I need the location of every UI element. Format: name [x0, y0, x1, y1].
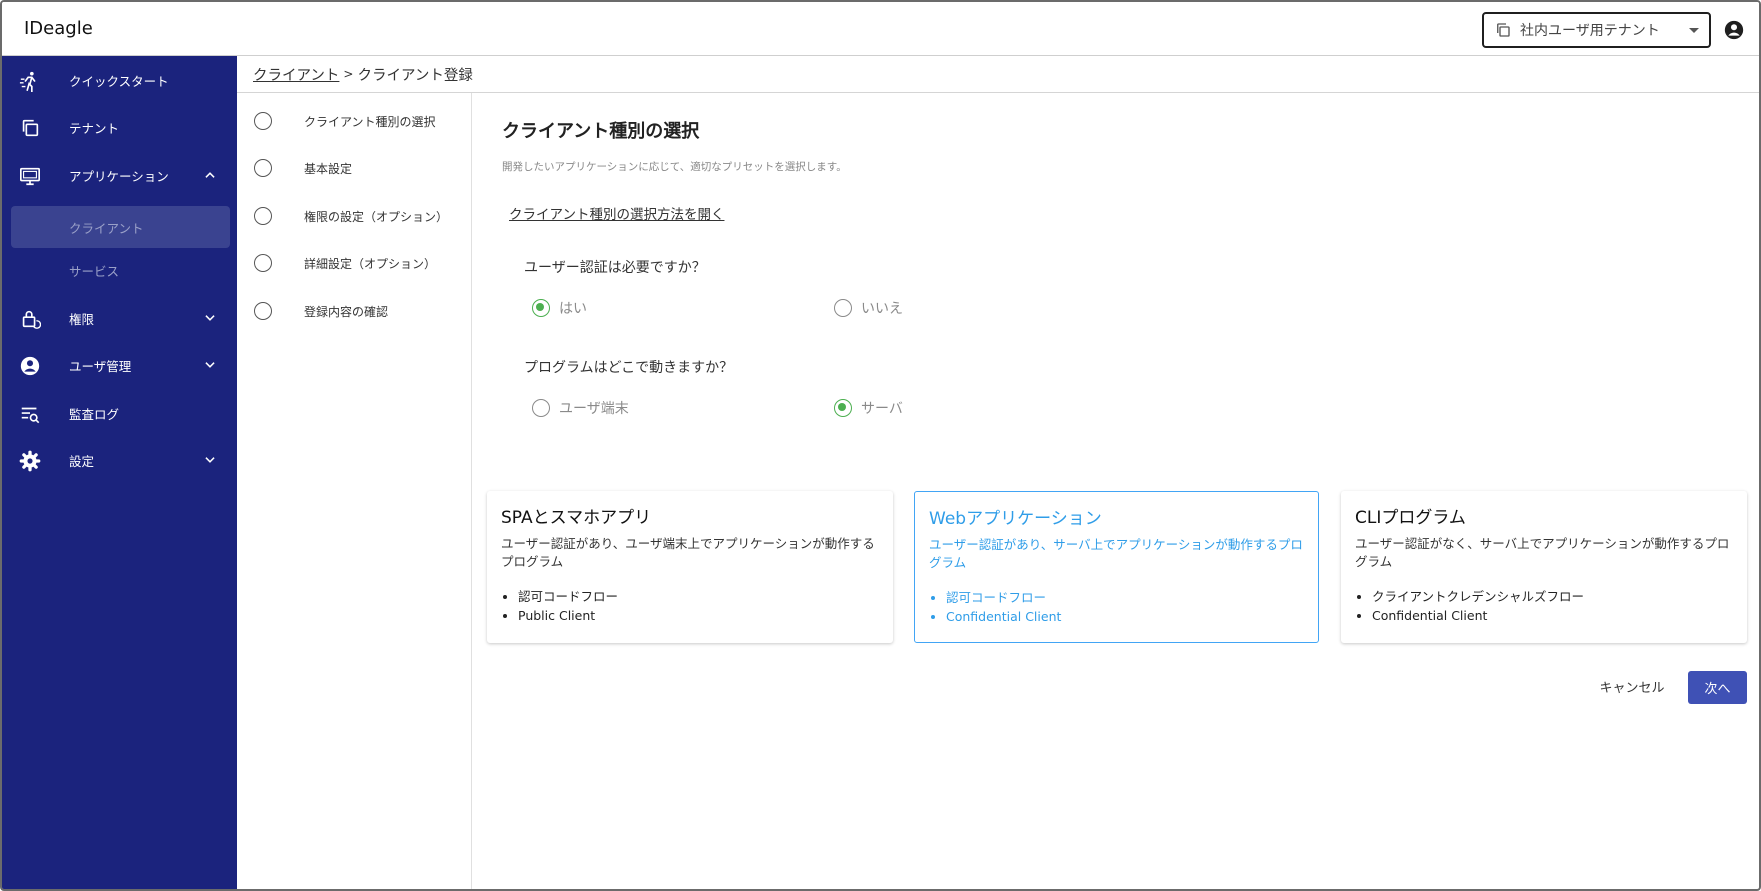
radio-label: いいえ	[861, 301, 903, 317]
caret-down-icon	[1689, 27, 1699, 33]
card-description: ユーザー認証があり、ユーザ端末上でアプリケーションが動作するプログラム	[501, 536, 875, 569]
preset-card-cli[interactable]: CLIプログラム ユーザー認証がなく、サーバ上でアプリケーションが動作するプログ…	[1341, 491, 1747, 643]
radio-checked-icon	[532, 299, 550, 317]
radio-unchecked-icon	[532, 399, 550, 417]
card-title: Webアプリケーション	[929, 509, 1102, 529]
stepper: クライアント種別の選択 基本設定 権限の設定（オプション） 詳細設定（オプション…	[237, 93, 472, 889]
page-title: クライアント種別の選択	[502, 121, 700, 142]
next-button[interactable]: 次へ	[1688, 671, 1747, 704]
sidebar-item-label: 権限	[69, 311, 95, 327]
question-auth-label: ユーザー認証は必要ですか？	[524, 260, 706, 276]
step-circle-icon	[254, 207, 272, 225]
sidebar-item-tenant[interactable]: テナント	[2, 104, 237, 150]
radio-location-server[interactable]: サーバ	[834, 398, 903, 418]
copy-icon	[22, 119, 39, 137]
step-item: 権限の設定（オプション）	[254, 204, 448, 228]
list-item: Confidential Client	[1372, 606, 1584, 625]
sidebar-item-permissions[interactable]: 権限	[2, 295, 237, 341]
card-title: CLIプログラム	[1355, 508, 1466, 528]
card-description: ユーザー認証があり、サーバ上でアプリケーションが動作するプログラム	[929, 537, 1303, 570]
list-search-icon	[21, 407, 40, 424]
guide-link[interactable]: クライアント種別の選択方法を開く	[509, 203, 724, 223]
step-circle-icon	[254, 112, 272, 130]
card-description: ユーザー認証がなく、サーバ上でアプリケーションが動作するプログラム	[1355, 536, 1730, 569]
sidebar-item-services[interactable]: サービス	[2, 247, 237, 293]
chevron-down-icon	[205, 315, 215, 321]
radio-location-device[interactable]: ユーザ端末	[532, 398, 629, 418]
sidebar-item-clients[interactable]: クライアント	[11, 206, 230, 248]
list-item: 認可コードフロー	[518, 587, 618, 606]
radio-auth-no[interactable]: いいえ	[834, 298, 903, 318]
radio-label: サーバ	[861, 401, 903, 417]
card-title: SPAとスマホアプリ	[501, 508, 652, 528]
sidebar-item-audit-log[interactable]: 監査ログ	[2, 390, 237, 436]
step-label: クライアント種別の選択	[304, 114, 436, 129]
chevron-down-icon	[205, 457, 215, 463]
copy-icon	[1497, 23, 1510, 37]
cancel-button[interactable]: キャンセル	[1592, 671, 1672, 701]
step-label: 登録内容の確認	[304, 304, 389, 319]
main-content: クライアント種別の選択 開発したいアプリケーションに応じて、適切なプリセットを選…	[472, 93, 1759, 889]
sidebar-item-applications[interactable]: アプリケーション	[2, 152, 237, 198]
sidebar-item-quickstart[interactable]: クイックスタート	[2, 57, 237, 103]
breadcrumb: クライアント > クライアント登録	[237, 56, 1759, 93]
list-item: Public Client	[518, 606, 618, 625]
sidebar-item-user-management[interactable]: ユーザ管理	[2, 342, 237, 388]
app-window: IDeagle 社内ユーザ用テナント クイックスタート テナント アプリケーショ…	[0, 0, 1761, 891]
card-bullets: クライアントクレデンシャルズフロー Confidential Client	[1372, 587, 1584, 625]
tenant-select[interactable]: 社内ユーザ用テナント	[1482, 12, 1711, 48]
sidebar-item-label: クライアント	[69, 220, 144, 236]
step-item: 基本設定	[254, 156, 352, 180]
list-item: クライアントクレデンシャルズフロー	[1372, 587, 1584, 606]
radio-label: はい	[559, 301, 587, 317]
gear-icon	[19, 450, 41, 472]
sidebar-item-label: クイックスタート	[69, 73, 169, 89]
radio-checked-icon	[834, 399, 852, 417]
radio-auth-yes[interactable]: はい	[532, 298, 587, 318]
sidebar-item-label: ユーザ管理	[69, 358, 132, 374]
sidebar-item-label: テナント	[69, 120, 120, 136]
preset-card-spa[interactable]: SPAとスマホアプリ ユーザー認証があり、ユーザ端末上でアプリケーションが動作す…	[487, 491, 893, 643]
card-bullets: 認可コードフロー Confidential Client	[946, 588, 1061, 626]
lock-reset-icon	[22, 310, 41, 329]
breadcrumb-link-clients[interactable]: クライアント	[253, 64, 339, 85]
radio-unchecked-icon	[834, 299, 852, 317]
list-item: Confidential Client	[946, 607, 1061, 626]
top-bar: IDeagle 社内ユーザ用テナント	[2, 2, 1759, 56]
step-item: クライアント種別の選択	[254, 109, 436, 133]
chevron-up-icon	[205, 172, 215, 178]
step-circle-icon	[254, 159, 272, 177]
step-label: 詳細設定（オプション）	[304, 256, 437, 271]
page-description: 開発したいアプリケーションに応じて、適切なプリセットを選択します。	[502, 161, 847, 173]
sidebar-item-settings[interactable]: 設定	[2, 437, 237, 483]
sidebar-item-label: 監査ログ	[69, 406, 120, 422]
chevron-down-icon	[205, 362, 215, 368]
question-location-label: プログラムはどこで動きますか？	[524, 360, 734, 376]
account-circle-icon[interactable]	[1723, 19, 1745, 41]
step-circle-icon	[254, 302, 272, 320]
monitor-icon	[20, 167, 40, 186]
radio-label: ユーザ端末	[559, 401, 629, 417]
step-label: 基本設定	[304, 161, 353, 176]
breadcrumb-current: クライアント登録	[357, 67, 473, 84]
sidebar: クイックスタート テナント アプリケーション クライアント サービス 権限 ユー…	[2, 56, 237, 889]
sidebar-item-label: アプリケーション	[69, 168, 169, 184]
step-circle-icon	[254, 254, 272, 272]
sidebar-item-label: サービス	[69, 263, 120, 279]
step-item: 詳細設定（オプション）	[254, 251, 436, 275]
sidebar-item-label: 設定	[69, 453, 95, 469]
card-bullets: 認可コードフロー Public Client	[518, 587, 618, 625]
breadcrumb-separator: >	[343, 67, 354, 81]
app-title: IDeagle	[24, 18, 93, 39]
preset-card-web-app[interactable]: Webアプリケーション ユーザー認証があり、サーバ上でアプリケーションが動作する…	[914, 491, 1319, 643]
run-icon	[19, 71, 36, 92]
step-item: 登録内容の確認	[254, 299, 388, 323]
step-label: 権限の設定（オプション）	[304, 209, 449, 224]
tenant-select-value: 社内ユーザ用テナント	[1520, 23, 1660, 39]
account-circle-icon	[20, 356, 40, 376]
list-item: 認可コードフロー	[946, 588, 1061, 607]
